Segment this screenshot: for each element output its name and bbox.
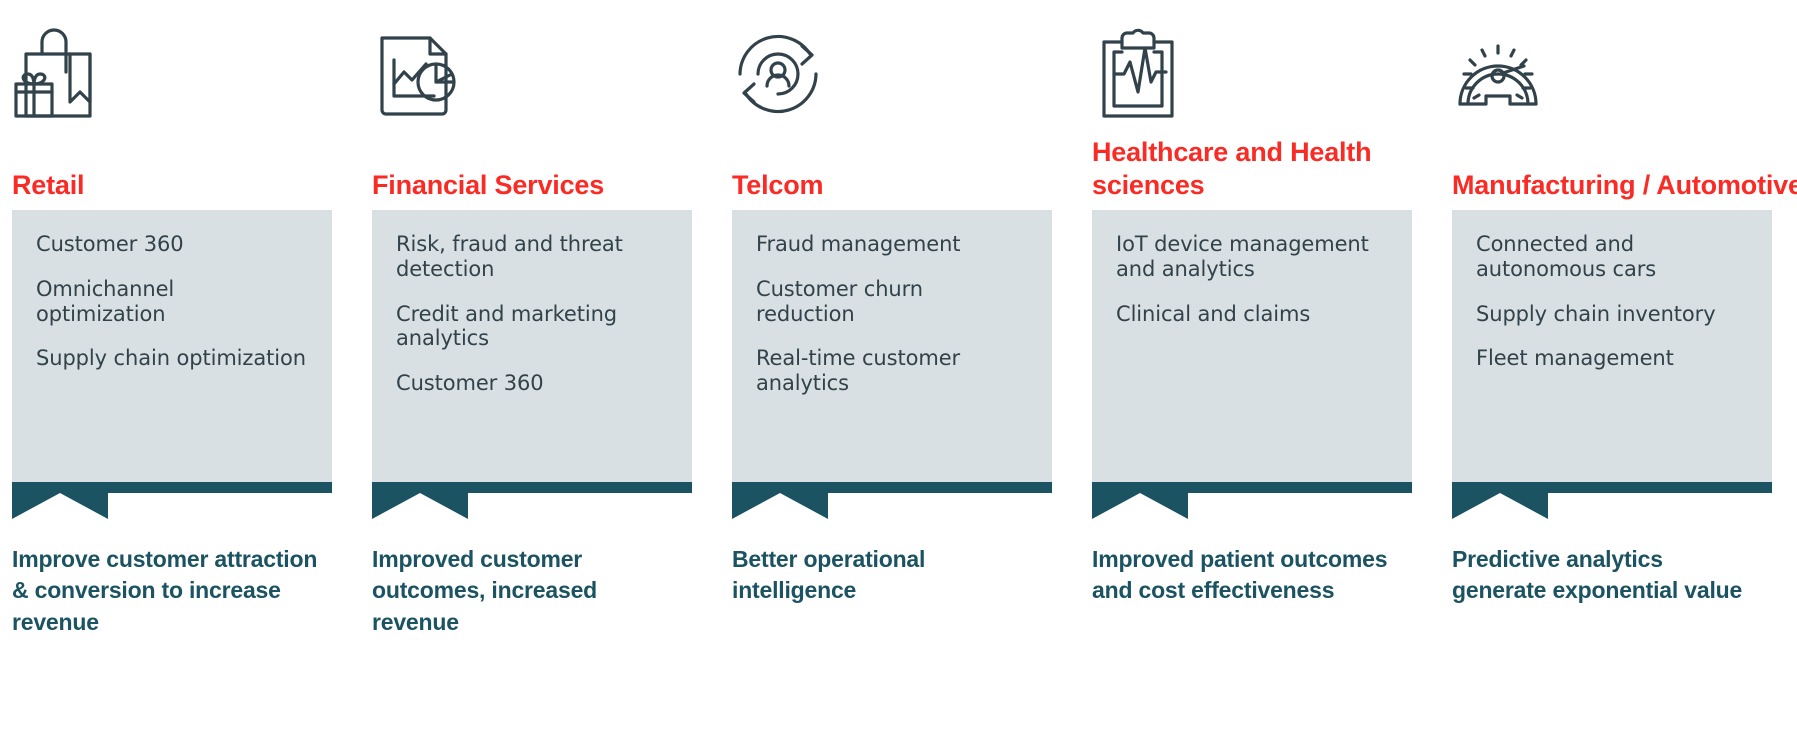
arrow-bar xyxy=(1092,482,1412,493)
outcome-statement: Predictive analytics generate exponentia… xyxy=(1452,546,1743,604)
arrow-tip-icon xyxy=(372,493,468,519)
column-title: Healthcare and Health sciences xyxy=(1092,137,1372,201)
column-title-wrap: Financial Services xyxy=(372,126,732,210)
arrow-connector xyxy=(372,482,692,544)
column-title-wrap: Healthcare and Health sciences xyxy=(1092,126,1452,210)
use-case-item: Connected and autonomous cars xyxy=(1476,232,1657,281)
use-case-item: Clinical and claims xyxy=(1116,301,1311,326)
arrow-tip-icon xyxy=(12,493,108,519)
use-case-box: Customer 360 Omnichannel optimization Su… xyxy=(12,210,332,482)
use-case-item: Customer 360 xyxy=(36,232,184,256)
use-case-item: Omnichannel optimization xyxy=(36,276,175,326)
use-case-item: Real-time customer analytics xyxy=(756,346,961,396)
industry-column-telcom: Telcom Fraud management Customer churn r… xyxy=(732,0,1092,744)
arrow-bar xyxy=(1452,482,1772,493)
speedometer-gauge-icon xyxy=(1452,0,1797,126)
use-case-box: IoT device management and analytics Clin… xyxy=(1092,210,1412,482)
use-case-item: Supply chain optimization xyxy=(36,346,306,371)
column-title-wrap: Retail xyxy=(12,126,372,210)
arrow-connector xyxy=(1452,482,1772,544)
use-case-item: Risk, fraud and threat detection xyxy=(396,232,623,281)
column-title: Financial Services xyxy=(372,170,605,201)
arrow-connector xyxy=(12,482,332,544)
column-title: Retail xyxy=(12,170,85,201)
use-case-box: Fraud management Customer churn reductio… xyxy=(732,210,1052,482)
outcome-statement: Improve customer attraction & conversion… xyxy=(12,546,318,635)
arrow-connector xyxy=(732,482,1052,544)
arrow-tip-icon xyxy=(732,493,828,519)
industry-column-manufacturing: Manufacturing / Automotive Connected and… xyxy=(1452,0,1797,744)
industry-column-healthcare: Healthcare and Health sciences IoT devic… xyxy=(1092,0,1452,744)
use-case-item: Supply chain inventory xyxy=(1476,301,1716,326)
arrow-bar xyxy=(372,482,692,493)
arrow-bar xyxy=(12,482,332,493)
use-case-item: Credit and marketing analytics xyxy=(396,301,618,351)
column-title-wrap: Telcom xyxy=(732,126,1092,210)
document-chart-pie-icon xyxy=(372,0,732,126)
column-title: Manufacturing / Automotive xyxy=(1452,170,1797,201)
use-case-item: Customer churn reduction xyxy=(756,276,924,326)
use-case-box: Connected and autonomous cars Supply cha… xyxy=(1452,210,1772,482)
arrow-connector xyxy=(1092,482,1412,544)
shopping-bag-gift-icon xyxy=(12,0,372,126)
column-title: Telcom xyxy=(732,170,824,201)
use-case-item: Fraud management xyxy=(756,232,961,256)
use-case-item: Fleet management xyxy=(1476,346,1674,371)
arrow-tip-icon xyxy=(1092,493,1188,519)
outcome-statement: Improved patient outcomes and cost effec… xyxy=(1092,546,1388,604)
outcome-statement: Better operational intelligence xyxy=(732,546,926,604)
outcome-statement: Improved customer outcomes, increased re… xyxy=(372,546,598,635)
use-case-item: Customer 360 xyxy=(396,371,544,396)
column-title-wrap: Manufacturing / Automotive xyxy=(1452,126,1797,210)
use-case-item: IoT device management and analytics xyxy=(1116,232,1369,281)
use-case-box: Risk, fraud and threat detection Credit … xyxy=(372,210,692,482)
industry-use-case-board: Retail Customer 360 Omnichannel optimiza… xyxy=(0,0,1797,744)
industry-column-financial-services: Financial Services Risk, fraud and threa… xyxy=(372,0,732,744)
arrow-bar xyxy=(732,482,1052,493)
clipboard-heartbeat-icon xyxy=(1092,0,1452,126)
industry-column-retail: Retail Customer 360 Omnichannel optimiza… xyxy=(12,0,372,744)
customer-cycle-icon xyxy=(732,0,1092,126)
arrow-tip-icon xyxy=(1452,493,1548,519)
